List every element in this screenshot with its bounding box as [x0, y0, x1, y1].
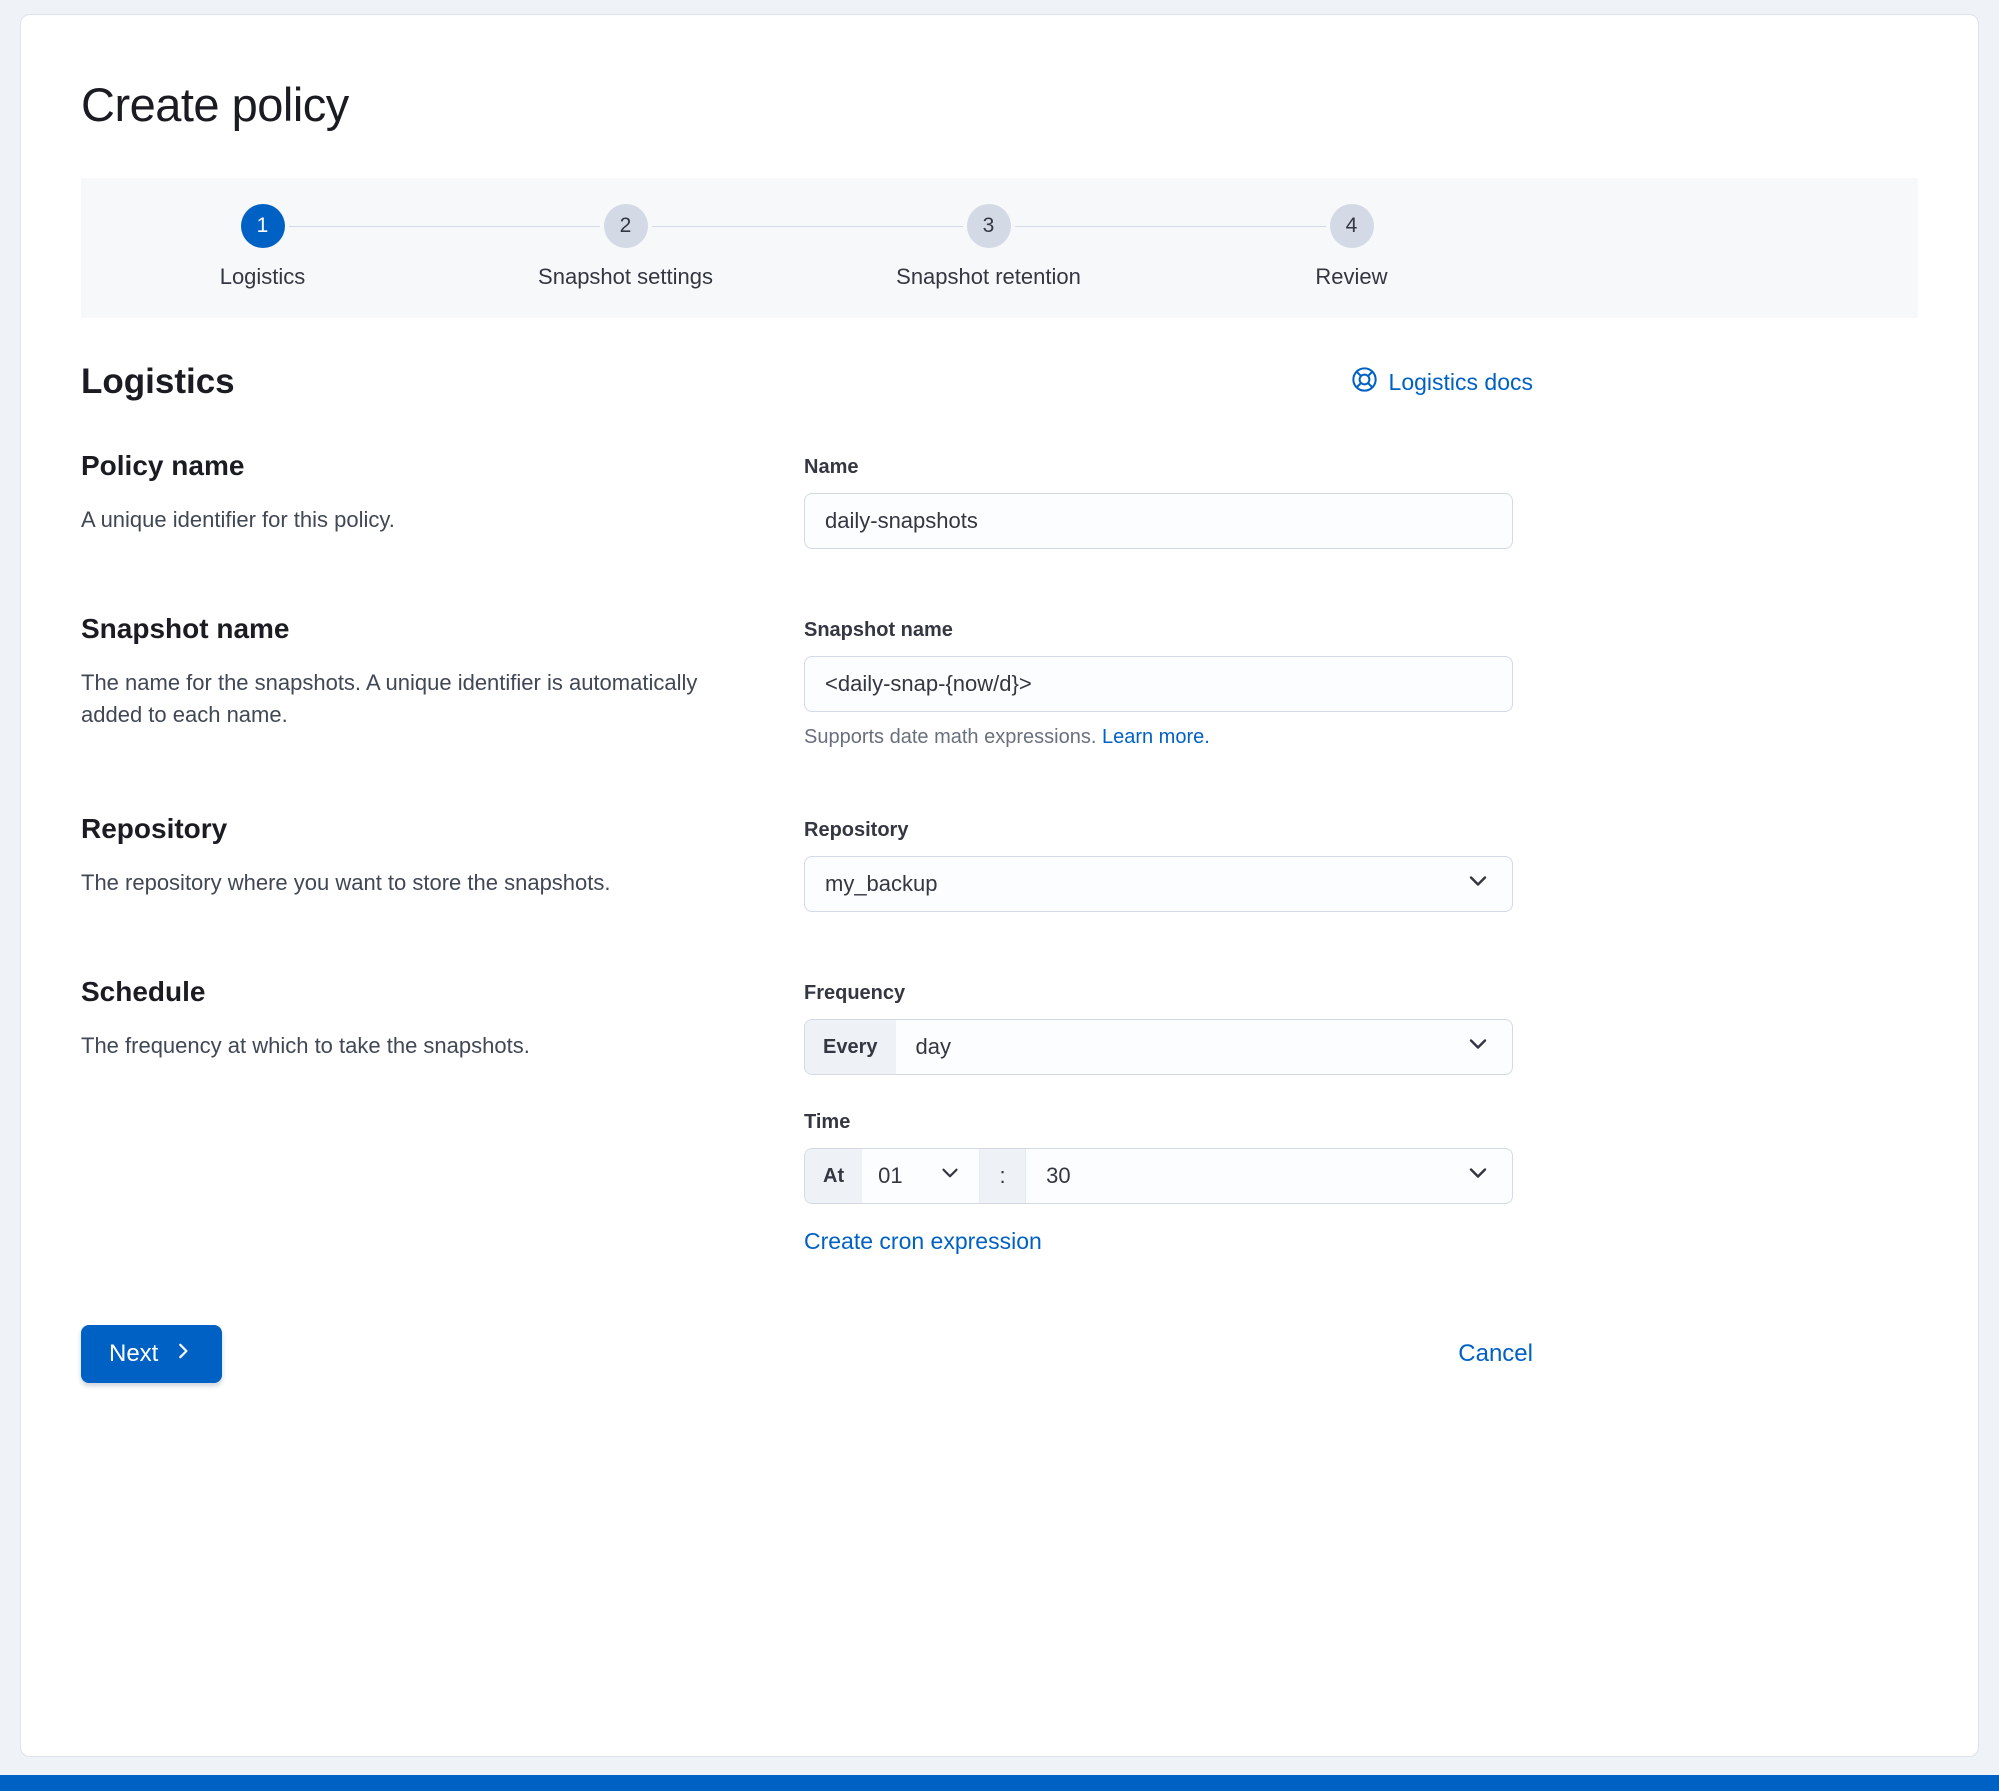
snapshot-name-input[interactable]: [804, 656, 1513, 712]
chevron-down-icon: [1464, 1159, 1492, 1193]
hour-select-value: 01: [878, 1163, 903, 1188]
chevron-down-icon: [1464, 1030, 1492, 1064]
snapshot-name-help-text: Supports date math expressions.: [804, 726, 1097, 748]
policy-name-description: A unique identifier for this policy.: [81, 507, 395, 532]
bottom-accent-bar: [0, 1775, 1999, 1791]
step-4-label: Review: [1315, 264, 1388, 289]
snapshot-name-title: Snapshot name: [81, 613, 290, 644]
step-indicator: 1 Logistics 2 Snapshot settings 3 Snapsh…: [81, 178, 1918, 318]
repository-field-label: Repository: [804, 819, 909, 841]
step-snapshot-settings[interactable]: 2 Snapshot settings: [289, 178, 807, 318]
repository-select-value: my_backup: [825, 871, 938, 896]
chevron-down-icon: [1464, 867, 1492, 901]
step-3-label: Snapshot retention: [896, 264, 1081, 289]
frequency-select-value: day: [915, 1034, 951, 1059]
frequency-control: Every day: [804, 1019, 1513, 1075]
frequency-select[interactable]: day: [896, 1020, 1513, 1074]
policy-name-describe: Policy name A unique identifier for this…: [81, 450, 804, 549]
policy-name-row: Policy name A unique identifier for this…: [81, 450, 1533, 549]
hour-select[interactable]: 01: [862, 1149, 981, 1203]
schedule-title: Schedule: [81, 976, 206, 1007]
create-cron-expression-link[interactable]: Create cron expression: [804, 1228, 1042, 1255]
time-field-label: Time: [804, 1111, 851, 1133]
step-logistics[interactable]: 1 Logistics: [81, 178, 444, 318]
create-policy-card: Create policy 1 Logistics 2 Snapshot set…: [20, 14, 1979, 1757]
repository-description: The repository where you want to store t…: [81, 870, 611, 895]
minute-select[interactable]: 30: [1026, 1149, 1512, 1203]
logistics-form: Logistics Logistics docs Policy name A u…: [81, 362, 1533, 1383]
step-1-label: Logistics: [219, 264, 306, 289]
life-ring-icon: [1351, 366, 1378, 399]
learn-more-link[interactable]: Learn more.: [1102, 726, 1210, 748]
step-2-number: 2: [603, 204, 648, 248]
form-actions: Next Cancel: [81, 1325, 1533, 1383]
frequency-field-label: Frequency: [804, 982, 906, 1004]
chevron-down-icon: [937, 1160, 963, 1192]
frequency-prepend: Every: [805, 1020, 896, 1074]
repository-describe: Repository The repository where you want…: [81, 813, 804, 912]
logistics-docs-link[interactable]: Logistics docs: [1351, 366, 1533, 399]
snapshot-name-description: The name for the snapshots. A unique ide…: [81, 670, 698, 727]
step-4-number: 4: [1329, 204, 1374, 248]
step-3-number: 3: [966, 204, 1011, 248]
chevron-right-icon: [172, 1340, 194, 1369]
time-control: At 01 : 30: [804, 1148, 1513, 1204]
snapshot-name-row: Snapshot name The name for the snapshots…: [81, 613, 1533, 749]
repository-title: Repository: [81, 813, 228, 844]
snapshot-name-help: Supports date math expressions. Learn mo…: [804, 726, 1513, 749]
section-header: Logistics Logistics docs: [81, 362, 1533, 402]
step-2-label: Snapshot settings: [538, 264, 713, 289]
next-button[interactable]: Next: [81, 1325, 223, 1383]
logistics-docs-label: Logistics docs: [1388, 368, 1533, 395]
time-prepend: At: [805, 1149, 863, 1203]
schedule-row: Schedule The frequency at which to take …: [81, 976, 1533, 1255]
repository-row: Repository The repository where you want…: [81, 813, 1533, 912]
cancel-link[interactable]: Cancel: [1458, 1340, 1533, 1368]
page-title: Create policy: [81, 78, 349, 131]
repository-select[interactable]: my_backup: [804, 856, 1513, 912]
step-1-number: 1: [240, 204, 285, 248]
section-title: Logistics: [81, 362, 235, 401]
schedule-description: The frequency at which to take the snaps…: [81, 1033, 530, 1058]
minute-select-value: 30: [1046, 1163, 1071, 1188]
snapshot-name-field-label: Snapshot name: [804, 619, 953, 641]
next-button-label: Next: [109, 1340, 159, 1367]
policy-name-input[interactable]: [804, 493, 1513, 549]
snapshot-name-describe: Snapshot name The name for the snapshots…: [81, 613, 804, 749]
time-separator: :: [980, 1149, 1027, 1203]
policy-name-title: Policy name: [81, 450, 245, 481]
policy-name-field-label: Name: [804, 456, 859, 478]
schedule-describe: Schedule The frequency at which to take …: [81, 976, 804, 1255]
step-review[interactable]: 4 Review: [1015, 178, 1533, 318]
step-snapshot-retention[interactable]: 3 Snapshot retention: [652, 178, 1170, 318]
